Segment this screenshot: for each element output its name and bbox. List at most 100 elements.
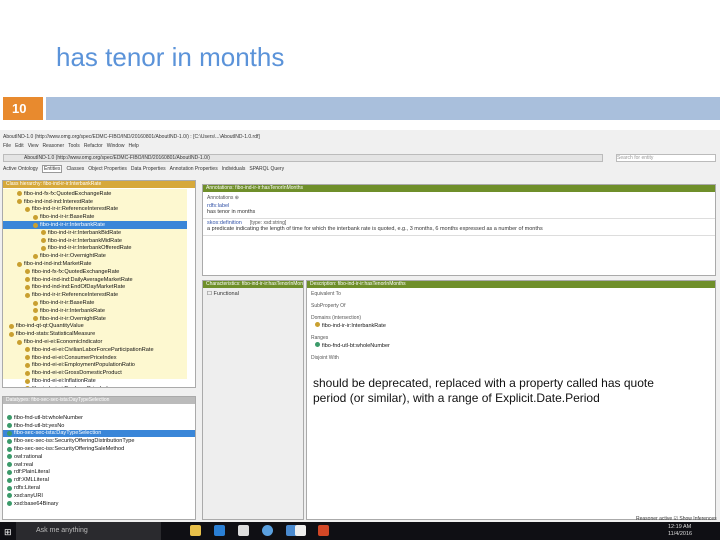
slide-title: has tenor in months [56, 42, 285, 72]
annotations-panel: Annotations: fibo-ind-ir-ir:hasTenorInMo… [202, 184, 716, 276]
tree-item[interactable]: fibo-ind-ir-ir:BaseRate [3, 213, 187, 221]
tree-item[interactable]: fibo-ind-ir-ir:InterbankOfferedRate [3, 245, 187, 253]
tree-item-label: fibo-ind-fx-fx:QuotedExchangeRate [32, 268, 120, 275]
tree-item[interactable]: fibo-ind-ei-ei:GrossDomesticProduct [3, 369, 187, 377]
tab-annotation-properties[interactable]: Annotation Properties [170, 166, 218, 172]
description-item[interactable]: fibo-ind-ir-ir:InterbankRate [315, 322, 715, 329]
file-explorer-icon[interactable] [190, 525, 201, 536]
tree-item[interactable]: fibo-ind-ind-ind:InterestRate [3, 198, 187, 206]
datatype-item[interactable]: fibo-sec-sec-iss:SecurityOfferingDistrib… [3, 437, 195, 445]
tab-sparql-query[interactable]: SPARQL Query [249, 166, 284, 172]
tree-item[interactable]: fibo-ind-ir-ir:InterbankRate [3, 307, 187, 315]
datatype-label: owl:real [14, 461, 34, 468]
class-icon [9, 331, 14, 337]
class-hierarchy-header: Class hierarchy: fibo-ind-ir-ir:Interban… [3, 181, 195, 188]
characteristic-functional[interactable]: ☐ Functional [207, 291, 299, 297]
tree-item[interactable]: fibo-ind-ir-ir:ReferenceInterestRate [3, 206, 187, 214]
address-bar[interactable]: AboutIND-1.0 (http://www.omg.org/spec/ED… [3, 154, 603, 162]
datatype-item[interactable]: rdf:XMLLiteral [3, 476, 195, 484]
tree-item[interactable]: fibo-ind-fx-fx:QuotedExchangeRate [3, 268, 187, 276]
tree-item[interactable]: fibo-ind-ei-ei:EconomicIndicator [3, 338, 187, 346]
protege-icon[interactable] [295, 525, 306, 536]
description-section-label: Domains (intersection) [311, 315, 362, 321]
tree-item[interactable]: fibo-ind-ir-ir:InterbankMidRate [3, 237, 187, 245]
edge-icon[interactable] [214, 525, 225, 536]
description-section-label: Ranges [311, 335, 329, 341]
datatype-item[interactable]: fibo-fnd-utl-bt:yesNo [3, 422, 195, 430]
annotation-value: has tenor in months [207, 209, 256, 215]
tree-item-label: fibo-ind-stats:StatisticalMeasure [16, 331, 96, 338]
tree-item[interactable]: fibo-ind-ind-ind:MarketRate [3, 260, 187, 268]
class-icon [17, 339, 22, 345]
datatype-item[interactable]: owl:rational [3, 453, 195, 461]
powerpoint-icon[interactable] [318, 525, 329, 536]
menu-item-tools[interactable]: Tools [68, 143, 80, 149]
tree-item-label: fibo-ind-ei-ei:ProducerPriceIndex [32, 386, 113, 387]
datatype-label: xsd:anyURI [14, 492, 43, 499]
tree-item[interactable]: fibo-ind-ei-ei:CivilianLaborForcePartici… [3, 346, 187, 354]
datatype-item[interactable]: rdfs:Literal [3, 484, 195, 492]
tree-item[interactable]: fibo-ind-fx-fx:QuotedExchangeRate [3, 190, 187, 198]
tree-item[interactable]: fibo-ind-ei-ei:InflationRate [3, 377, 187, 385]
tree-item[interactable]: fibo-ind-ei-ei:EmploymentPopulationRatio [3, 362, 187, 370]
datatype-icon [7, 493, 12, 499]
menu-item-window[interactable]: Window [107, 143, 125, 149]
datatype-label: fibo-sec-sec-iss:SecurityOfferingSaleMet… [14, 446, 125, 453]
menu-item-reasoner[interactable]: Reasoner [42, 143, 64, 149]
datatype-item[interactable]: owl:real [3, 461, 195, 469]
datatype-item[interactable]: rdf:PlainLiteral [3, 469, 195, 477]
tree-item-label: fibo-ind-ir-ir:OvernightRate [40, 253, 106, 260]
tab-classes[interactable]: Classes [66, 166, 84, 172]
tab-individuals[interactable]: Individuals [222, 166, 246, 172]
datatype-item[interactable]: fibo-sec-sec-ista:DayTypeSelection [3, 429, 195, 438]
tab-object-properties[interactable]: Object Properties [88, 166, 127, 172]
menu-item-refactor[interactable]: Refactor [84, 143, 103, 149]
tree-item[interactable]: fibo-ind-ei-ei:ConsumerPriceIndex [3, 354, 187, 362]
tree-item[interactable]: fibo-ind-ir-ir:InterbankBidRate [3, 229, 187, 237]
tree-item[interactable]: fibo-ind-stats:StatisticalMeasure [3, 330, 187, 338]
protege-screenshot: AboutIND-1.0 (http://www.omg.org/spec/ED… [0, 130, 720, 522]
tree-item[interactable]: fibo-ind-ir-ir:OvernightRate [3, 252, 187, 260]
datatype-label: fibo-fnd-utl-bt:wholeNumber [14, 414, 84, 421]
tree-item[interactable]: fibo-ind-ei-ei:ProducerPriceIndex [3, 385, 187, 387]
tree-item-label: fibo-ind-ir-ir:InterbankRate [40, 307, 105, 314]
store-icon[interactable] [238, 525, 249, 536]
tree-item[interactable]: fibo-ind-ind-ind:EndOfDayMarketRate [3, 284, 187, 292]
annotations-header: Annotations: fibo-ind-ir-ir:hasTenorInMo… [203, 185, 715, 192]
menu-bar: File Edit View Reasoner Tools Refactor Window H… [3, 143, 143, 149]
tree-item[interactable]: fibo-ind-ind-ind:DailyAverageMarketRate [3, 276, 187, 284]
tab-data-properties[interactable]: Data Properties [131, 166, 166, 172]
datatype-icon [7, 454, 12, 460]
datatype-item[interactable]: fibo-fnd-utl-bt:wholeNumber [3, 414, 195, 422]
tree-item[interactable]: fibo-ind-ir-ir:InterbankRate [3, 221, 187, 229]
datatype-item[interactable]: xsd:anyURI [3, 492, 195, 500]
tree-item[interactable]: fibo-ind-ir-ir:BaseRate [3, 299, 187, 307]
class-icon [25, 269, 30, 275]
tab-entities[interactable]: Entities [42, 165, 63, 173]
description-item[interactable]: fibo-fnd-utl-bt:wholeNumber [315, 342, 715, 349]
class-icon [25, 347, 30, 353]
app-icon[interactable] [262, 525, 273, 536]
datatype-label: owl:rational [14, 453, 43, 460]
datatype-item[interactable]: fibo-sec-sec-iss:SecurityOfferingSaleMet… [3, 445, 195, 453]
menu-item-view[interactable]: View [28, 143, 39, 149]
menu-item-file[interactable]: File [3, 143, 11, 149]
annotation-value: a predicate indicating the length of tim… [207, 226, 543, 232]
windows-start-icon[interactable]: ⊞ [4, 527, 12, 538]
class-icon [33, 316, 38, 322]
description-section-label: Equivalent To [311, 291, 341, 297]
tree-item[interactable]: fibo-ind-qt-qt:QuantityValue [3, 323, 187, 331]
tab-active-ontology[interactable]: Active Ontology [3, 166, 38, 172]
slide-number: 10 [3, 97, 43, 120]
clock[interactable]: 12:19 AM 11/4/2016 [668, 524, 692, 538]
class-icon [33, 214, 38, 220]
tree-item-label: fibo-ind-ir-ir:BaseRate [40, 214, 95, 221]
tree-item[interactable]: fibo-ind-ir-ir:ReferenceInterestRate [3, 291, 187, 299]
menu-item-edit[interactable]: Edit [15, 143, 24, 149]
cortana-search[interactable]: Ask me anything [16, 522, 161, 540]
class-icon [41, 238, 46, 244]
datatype-item[interactable]: xsd:base64Binary [3, 500, 195, 508]
search-input[interactable]: Search for entity [616, 154, 716, 162]
tree-item[interactable]: fibo-ind-ir-ir:OvernightRate [3, 315, 187, 323]
menu-item-help[interactable]: Help [129, 143, 139, 149]
